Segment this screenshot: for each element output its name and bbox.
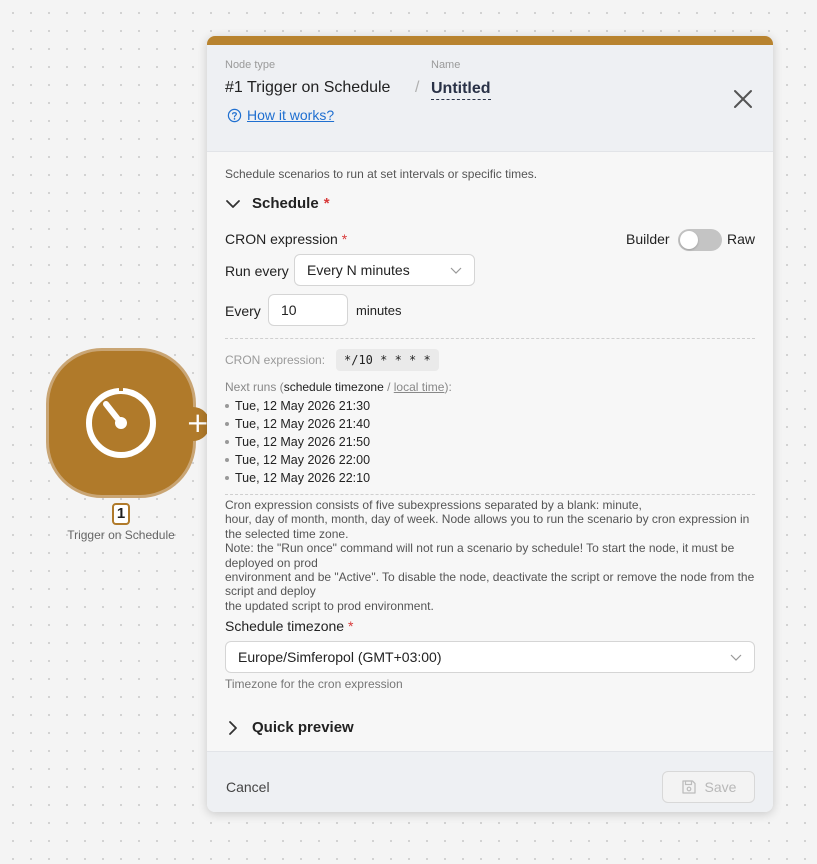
close-icon	[734, 90, 752, 108]
next-run-time: Tue, 12 May 2026 21:30	[235, 399, 371, 413]
next-runs-label: Next runs (schedule timezone / local tim…	[225, 380, 452, 394]
close-button[interactable]	[731, 87, 755, 111]
every-minutes-input[interactable]: 10	[268, 294, 348, 326]
node-description: Schedule scenarios to run at set interva…	[225, 167, 538, 181]
every-label: Every	[225, 303, 261, 319]
save-label: Save	[704, 779, 737, 795]
quick-preview-toggle[interactable]: Quick preview	[225, 719, 354, 736]
list-item: Tue, 12 May 2026 22:10	[225, 469, 370, 487]
node-settings-panel: Node type Name #1 Trigger on Schedule / …	[207, 36, 773, 812]
how-it-works-link[interactable]: How it works?	[227, 107, 334, 123]
next-runs-prefix: Next runs (	[225, 380, 284, 394]
node-type-label: Node type	[225, 59, 276, 71]
chevron-right-icon	[229, 720, 237, 735]
name-label: Name	[431, 59, 461, 71]
plus-icon[interactable]: +	[186, 409, 209, 437]
cron-help-text: Cron expression consists of five subexpr…	[225, 498, 755, 613]
next-run-time: Tue, 12 May 2026 21:40	[235, 417, 371, 431]
cron-expression-label: CRON expression *	[225, 231, 347, 247]
panel-accent-bar	[207, 36, 773, 45]
cron-expression-result-label: CRON expression:	[225, 353, 326, 367]
panel-footer: Cancel Save	[207, 751, 773, 812]
node-label: Trigger on Schedule	[67, 528, 175, 542]
cancel-button[interactable]: Cancel	[226, 779, 270, 795]
node-name-field[interactable]: Untitled	[431, 79, 491, 100]
minutes-label: minutes	[356, 303, 402, 318]
mode-builder-label: Builder	[626, 231, 670, 247]
save-button[interactable]: Save	[662, 771, 755, 803]
next-runs-suffix: ):	[444, 380, 452, 394]
timezone-value: Europe/Simferopol (GMT+03:00)	[238, 649, 442, 665]
panel-header: Node type Name #1 Trigger on Schedule / …	[207, 45, 773, 152]
schedule-section-toggle[interactable]: Schedule *	[225, 195, 330, 212]
toggle-knob	[680, 231, 698, 249]
list-item: Tue, 12 May 2026 22:00	[225, 451, 370, 469]
help-circle-icon	[227, 108, 242, 122]
run-every-value: Every N minutes	[307, 262, 410, 278]
next-runs-separator: /	[383, 380, 394, 394]
next-run-time: Tue, 12 May 2026 22:00	[235, 453, 371, 467]
timezone-label-text: Schedule timezone	[225, 618, 345, 634]
chevron-down-icon	[730, 654, 742, 661]
timer-icon	[86, 386, 156, 458]
timezone-hint: Timezone for the cron expression	[225, 677, 403, 691]
required-mark: *	[347, 618, 354, 634]
run-every-label: Run every	[225, 263, 289, 279]
how-it-works-label: How it works?	[247, 107, 335, 123]
required-mark: *	[323, 195, 330, 212]
cron-expression-code: */10 * * * *	[336, 349, 439, 371]
help-line: the updated script to prod environment.	[225, 598, 434, 613]
help-line: Cron expression consists of five subexpr…	[225, 498, 642, 512]
chevron-down-icon	[450, 267, 462, 274]
list-item: Tue, 12 May 2026 21:40	[225, 415, 370, 433]
divider	[225, 494, 755, 495]
save-icon	[681, 780, 696, 794]
builder-raw-toggle[interactable]	[678, 229, 722, 251]
divider	[225, 338, 755, 339]
node-body[interactable]	[46, 348, 196, 498]
next-run-time: Tue, 12 May 2026 22:10	[235, 471, 371, 485]
schedule-timezone-label: Schedule timezone *	[225, 618, 353, 634]
chevron-down-icon	[226, 199, 240, 208]
schedule-section-title: Schedule	[252, 195, 319, 212]
quick-preview-title: Quick preview	[252, 719, 354, 736]
help-line: Note: the "Run once" command will not ru…	[225, 541, 735, 570]
panel-body: Schedule scenarios to run at set interva…	[207, 152, 773, 751]
mode-raw-label: Raw	[727, 231, 756, 247]
next-runs-list: Tue, 12 May 2026 21:30 Tue, 12 May 2026 …	[225, 397, 370, 487]
node-number-badge: 1	[112, 503, 130, 525]
cron-label-text: CRON expression	[225, 231, 338, 247]
required-mark: *	[341, 231, 348, 247]
schedule-timezone-option[interactable]: schedule timezone	[284, 380, 384, 394]
node-type-value: #1 Trigger on Schedule	[225, 79, 391, 96]
local-time-link[interactable]: local time	[394, 380, 445, 394]
next-run-time: Tue, 12 May 2026 21:50	[235, 435, 371, 449]
header-separator: /	[415, 79, 420, 96]
help-line: hour, day of month, month, day of week. …	[225, 512, 750, 541]
run-every-select[interactable]: Every N minutes	[294, 254, 475, 286]
list-item: Tue, 12 May 2026 21:30	[225, 397, 370, 415]
schedule-timezone-select[interactable]: Europe/Simferopol (GMT+03:00)	[225, 641, 755, 673]
list-item: Tue, 12 May 2026 21:50	[225, 433, 370, 451]
help-line: environment and be "Active". To disable …	[225, 570, 755, 599]
